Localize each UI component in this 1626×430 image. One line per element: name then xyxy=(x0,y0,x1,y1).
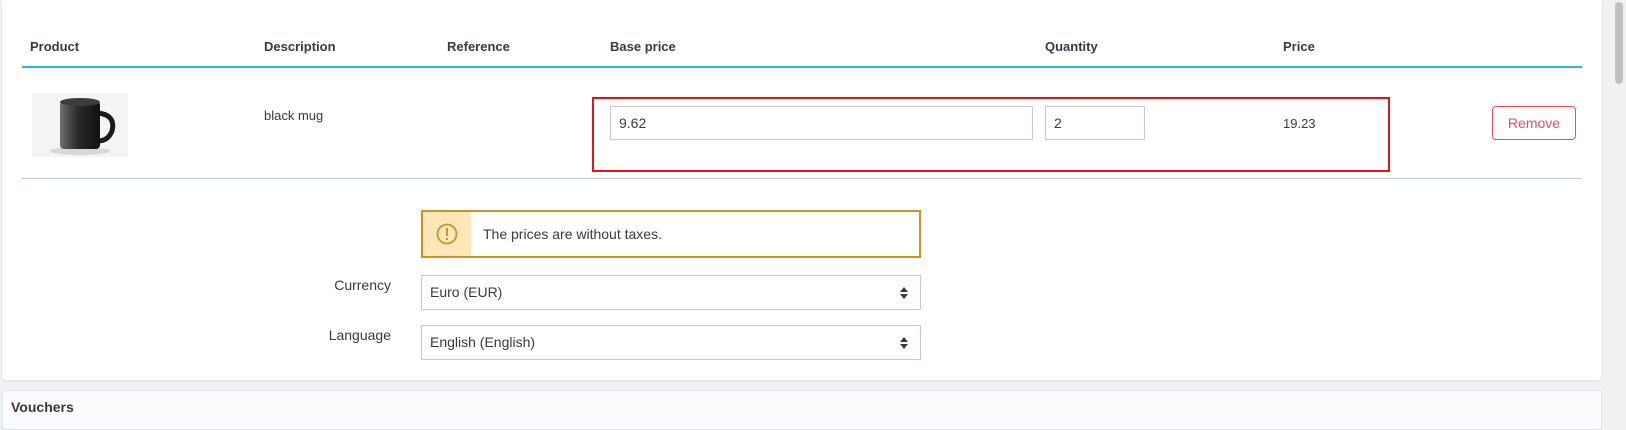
select-arrows-icon xyxy=(900,287,908,299)
highlight-box xyxy=(592,97,1390,172)
row-divider xyxy=(22,178,1582,179)
warning-icon xyxy=(423,212,471,256)
select-arrows-icon xyxy=(900,337,908,349)
header-description: Description xyxy=(264,39,336,54)
language-select[interactable]: English (English) xyxy=(421,325,921,360)
header-divider xyxy=(22,66,1582,68)
vouchers-card: Vouchers xyxy=(2,390,1602,430)
language-label: Language xyxy=(328,327,391,343)
language-value: English (English) xyxy=(430,334,536,350)
currency-value: Euro (EUR) xyxy=(430,284,503,300)
header-product: Product xyxy=(30,39,80,54)
scrollbar-thumb[interactable] xyxy=(1615,2,1623,84)
alert-text: The prices are without taxes. xyxy=(483,226,662,242)
header-price: Price xyxy=(1283,39,1315,54)
remove-button[interactable]: Remove xyxy=(1492,106,1576,140)
black-mug-image xyxy=(32,93,128,157)
header-reference: Reference xyxy=(447,39,510,54)
currency-select[interactable]: Euro (EUR) xyxy=(421,275,921,310)
product-description: black mug xyxy=(264,108,324,123)
header-quantity: Quantity xyxy=(1045,39,1098,54)
vouchers-title: Vouchers xyxy=(11,399,74,415)
page-scrollbar[interactable] xyxy=(1612,0,1626,410)
header-base-price: Base price xyxy=(610,39,676,54)
cart-card: Product Description Reference Base price… xyxy=(2,0,1602,380)
currency-label: Currency xyxy=(334,277,391,293)
tax-warning-alert: The prices are without taxes. xyxy=(421,210,921,258)
